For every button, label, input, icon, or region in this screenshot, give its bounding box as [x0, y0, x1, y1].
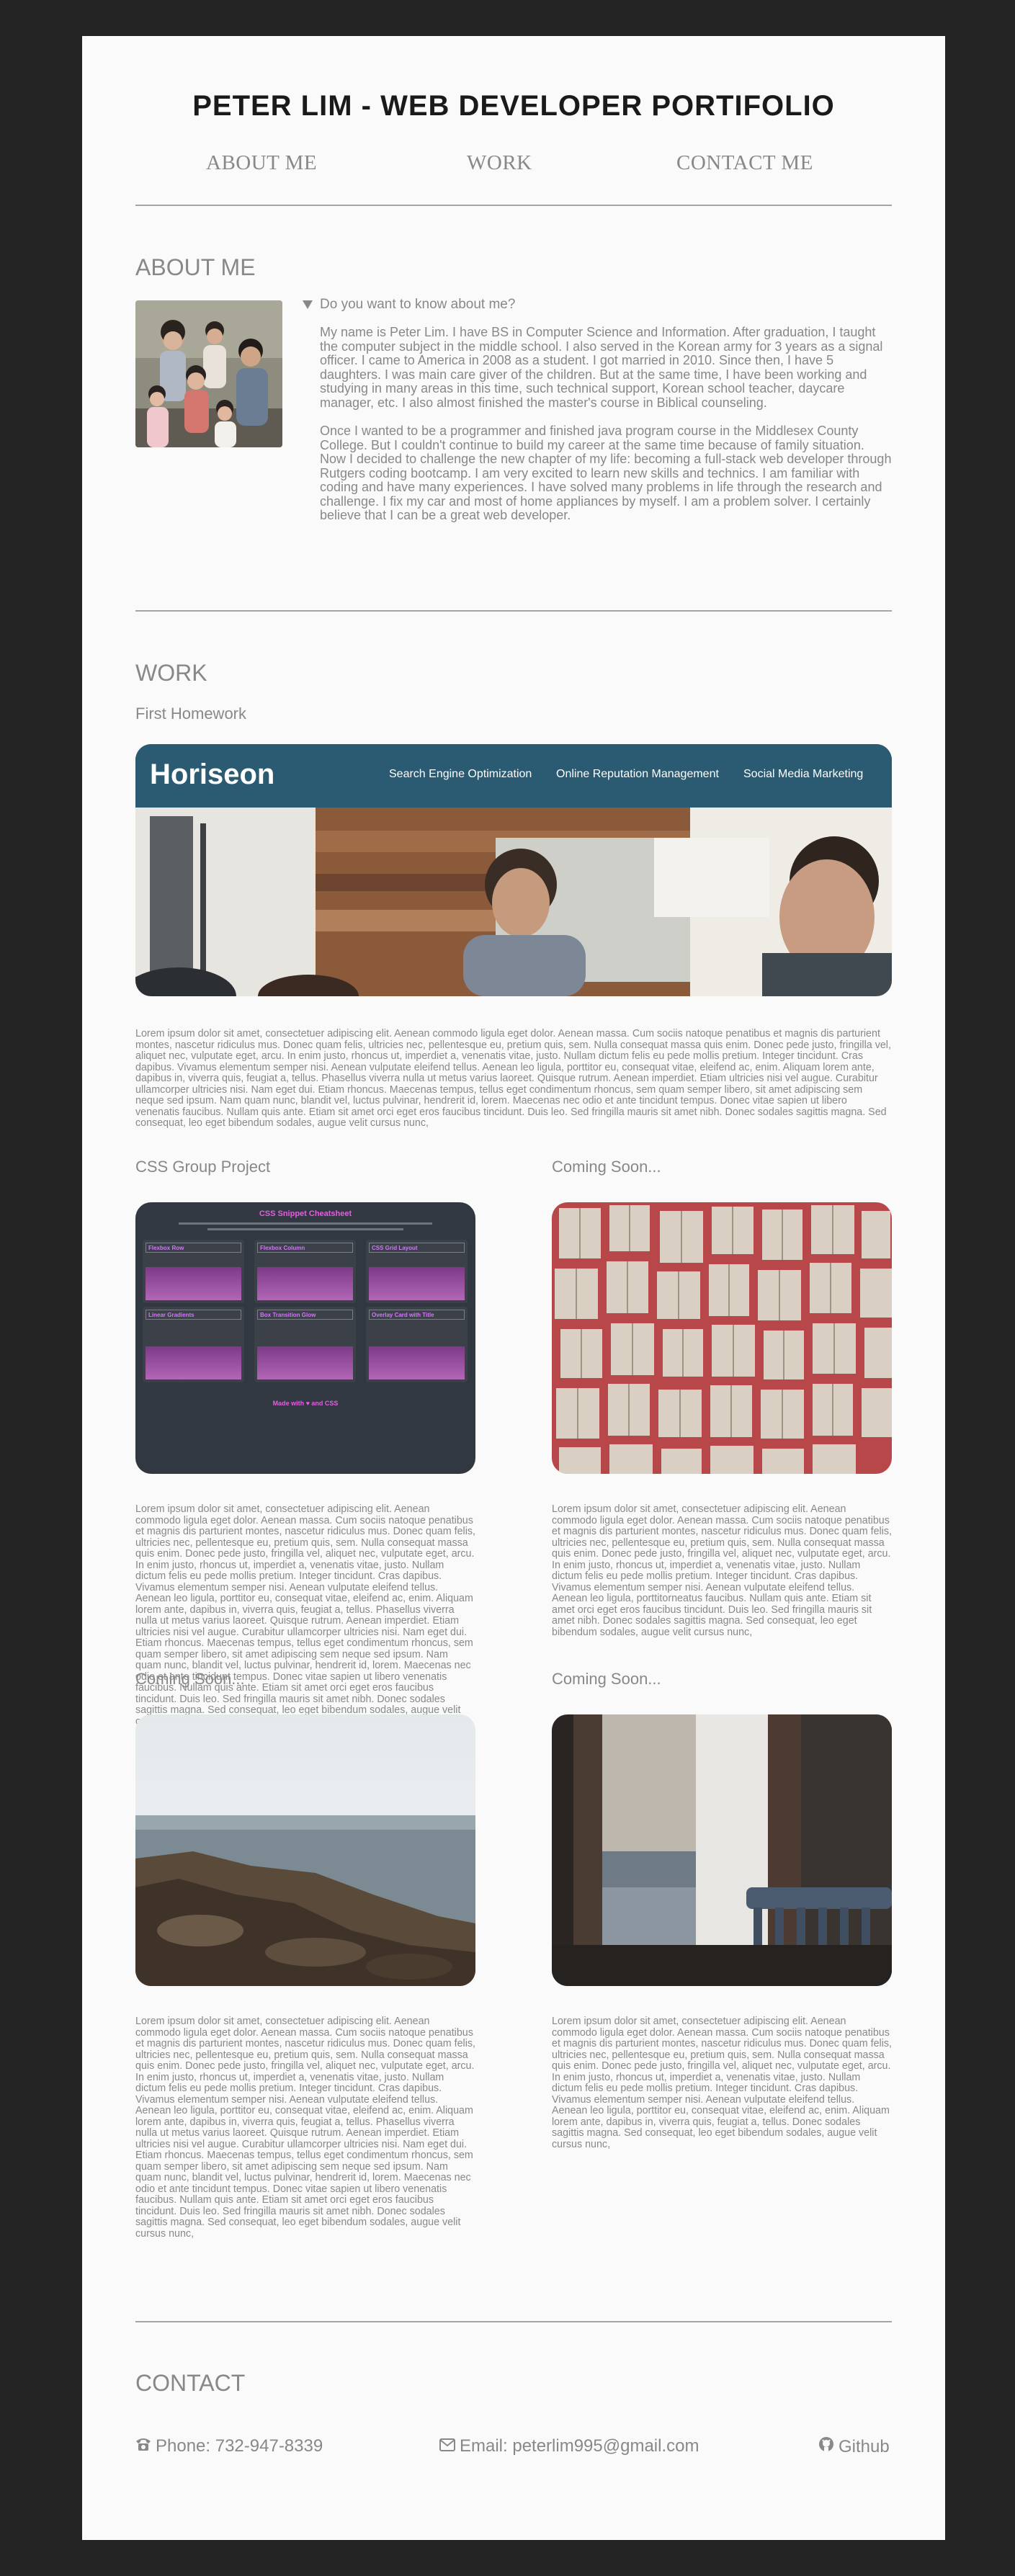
nav-contact-me[interactable]: CONTACT ME [676, 151, 813, 175]
page: PETER LIM - WEB DEVELOPER PORTIFOLIO ABO… [82, 36, 945, 2540]
email-text: Email: peterlim995@gmail.com [460, 2436, 699, 2456]
disclosure-triangle-icon [303, 300, 313, 309]
coming-soon-label: Coming Soon... [552, 1670, 661, 1688]
contact-email[interactable]: Email: peterlim995@gmail.com [439, 2436, 699, 2456]
phone-icon [135, 2436, 151, 2456]
cheatsheet-card-title: Overlay Card with Title [369, 1310, 465, 1320]
family-photo [135, 300, 282, 447]
about-paragraph-1: My name is Peter Lim. I have BS in Compu… [320, 325, 883, 410]
about-paragraph-2: Once I wanted to be a programmer and fin… [320, 424, 892, 522]
about-summary-text: Do you want to know about me? [320, 297, 516, 312]
cheatsheet-footer: Made with ♥ and CSS [272, 1400, 339, 1407]
horiseon-nav-seo: Search Engine Optimization [389, 768, 532, 780]
cheatsheet-card-title: Flexbox Column [257, 1243, 353, 1253]
coming-soon-description: Lorem ipsum dolor sit amet, consectetuer… [552, 2016, 893, 2150]
horiseon-nav-social: Social Media Marketing [743, 768, 864, 780]
cheatsheet-card-title: Linear Gradients [146, 1310, 241, 1320]
page-title: PETER LIM - WEB DEVELOPER PORTIFOLIO [192, 90, 835, 122]
coming-soon-description: Lorem ipsum dolor sit amet, consectetuer… [552, 1503, 893, 1638]
work-heading: WORK [135, 660, 207, 686]
coming-soon-label: Coming Soon... [552, 1158, 661, 1176]
horiseon-logo: Horiseon [150, 759, 275, 790]
coming-soon-card-shore[interactable] [135, 1714, 475, 1986]
first-homework-label: First Homework [135, 705, 247, 723]
about-summary[interactable]: Do you want to know about me? [303, 297, 892, 313]
bottom-bar [0, 2540, 1015, 2576]
css-project-label: CSS Group Project [135, 1158, 271, 1176]
github-text: Github [839, 2436, 890, 2456]
coming-soon-card-window[interactable] [552, 1714, 892, 1986]
nav-about-me[interactable]: ABOUT ME [206, 151, 317, 175]
coming-soon-label: Coming Soon... [135, 1670, 245, 1688]
contact-github[interactable]: Github [818, 2436, 890, 2457]
coming-soon-description: Lorem ipsum dolor sit amet, consectetuer… [135, 2016, 476, 2240]
top-bar [0, 0, 1015, 36]
divider [135, 205, 892, 206]
cheatsheet-card-title: Flexbox Row [146, 1243, 241, 1253]
contact-heading: CONTACT [135, 2370, 246, 2396]
about-details[interactable]: Do you want to know about me? My name is… [303, 297, 892, 523]
horiseon-project-card[interactable]: Horiseon Search Engine Optimization Onli… [135, 744, 892, 996]
css-project-card[interactable]: CSS Snippet Cheatsheet Flexbox Row Flexb… [135, 1202, 475, 1474]
github-icon [818, 2436, 834, 2457]
about-heading: ABOUT ME [135, 254, 256, 280]
css-project-description: Lorem ipsum dolor sit amet, consectetuer… [135, 1503, 476, 1727]
contact-phone[interactable]: Phone: 732-947-8339 [135, 2436, 323, 2456]
nav-work[interactable]: WORK [467, 151, 532, 175]
cheatsheet-card-title: CSS Grid Layout [369, 1243, 465, 1253]
coming-soon-card-books[interactable] [552, 1202, 892, 1474]
first-homework-description: Lorem ipsum dolor sit amet, consectetuer… [135, 1028, 891, 1129]
phone-text: Phone: 732-947-8339 [156, 2436, 323, 2456]
envelope-icon [439, 2436, 455, 2456]
cheatsheet-card-title: Box Transition Glow [257, 1310, 353, 1320]
divider [135, 610, 892, 612]
main-nav: ABOUT ME WORK CONTACT ME [135, 151, 892, 180]
horiseon-nav-reputation: Online Reputation Management [556, 768, 719, 780]
divider [135, 2321, 892, 2322]
cheatsheet-title: CSS Snippet Cheatsheet [259, 1209, 352, 1218]
